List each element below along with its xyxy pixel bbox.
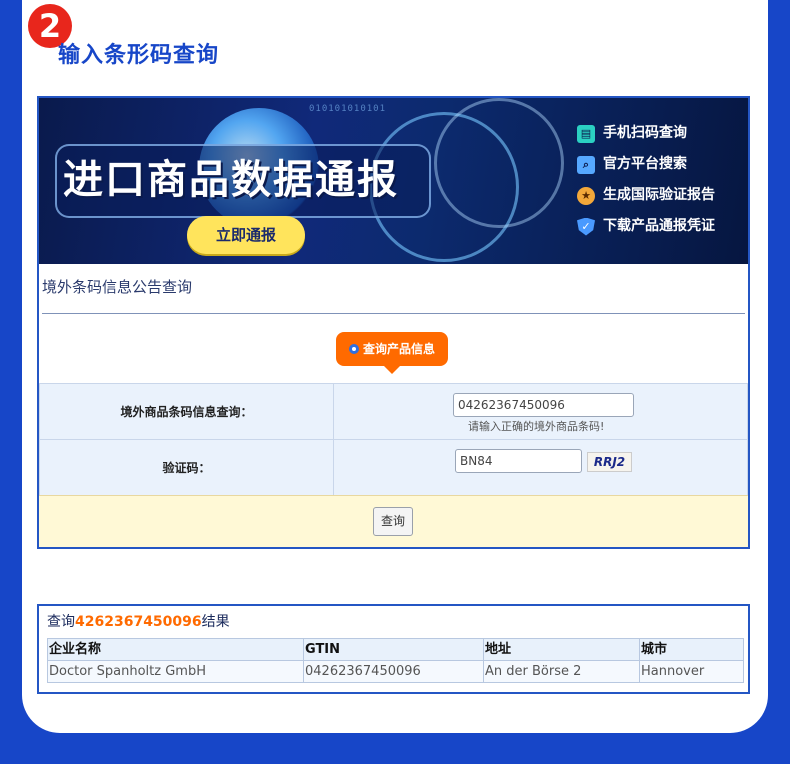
table-header-row: 企业名称 GTIN 地址 城市 (47, 638, 744, 661)
table-cell: Doctor Spanholtz GmbH (47, 660, 304, 683)
column-header: GTIN (303, 638, 484, 661)
result-panel: 查询4262367450096结果 企业名称 GTIN 地址 城市 Doctor… (37, 604, 750, 694)
step-title: 输入条形码查询 (58, 43, 220, 68)
barcode-cell: 04262367450096 请输入正确的境外商品条码! (333, 383, 748, 440)
divider (42, 313, 745, 314)
tech-ring-graphic (434, 98, 564, 228)
barcode-input[interactable]: 04262367450096 (453, 393, 634, 417)
feature-label: 下载产品通报凭证 (603, 218, 715, 234)
result-title-prefix: 查询 (47, 614, 75, 630)
barcode-label: 境外商品条码信息查询： (39, 383, 334, 440)
column-header: 企业名称 (47, 638, 304, 661)
submit-query-button[interactable]: 查询 (373, 507, 413, 536)
query-form: 境外商品条码信息查询： 04262367450096 请输入正确的境外商品条码!… (39, 383, 748, 496)
form-row-captcha: 验证码： BN84 RRJ2 (39, 439, 748, 496)
result-title: 查询4262367450096结果 (47, 611, 230, 633)
column-header: 地址 (483, 638, 640, 661)
column-header: 城市 (639, 638, 744, 661)
phone-scan-icon: ▤ (577, 124, 595, 143)
feature-label: 官方平台搜索 (603, 156, 687, 172)
table-cell: 04262367450096 (303, 660, 484, 683)
result-title-code: 4262367450096 (75, 614, 202, 630)
feature-list: ▤ 手机扫码查询 ⌕ 官方平台搜索 ★ 生成国际验证报告 ✓ 下载产品通报凭证 (577, 118, 715, 242)
report-now-button[interactable]: 立即通报 (187, 216, 305, 254)
captcha-cell: BN84 RRJ2 (333, 439, 748, 496)
search-icon: ⌕ (577, 155, 595, 174)
table-row: Doctor Spanholtz GmbH 04262367450096 An … (47, 660, 744, 683)
submit-row: 查询 (39, 495, 748, 547)
feature-label: 手机扫码查询 (603, 125, 687, 141)
table-cell: An der Börse 2 (483, 660, 640, 683)
form-row-barcode: 境外商品条码信息查询： 04262367450096 请输入正确的境外商品条码! (39, 383, 748, 440)
feature-item: ▤ 手机扫码查询 (577, 118, 715, 149)
feature-item: ⌕ 官方平台搜索 (577, 149, 715, 180)
feature-label: 生成国际验证报告 (603, 187, 715, 203)
banner-headline: 进口商品数据通报 (63, 157, 399, 203)
query-panel: 010101010101 进口商品数据通报 立即通报 ▤ 手机扫码查询 ⌕ 官方… (37, 96, 750, 549)
result-table: 企业名称 GTIN 地址 城市 Doctor Spanholtz GmbH 04… (47, 638, 744, 683)
radio-selected-icon (348, 344, 359, 354)
captcha-label: 验证码： (39, 439, 334, 496)
shield-icon: ✓ (577, 217, 595, 236)
section-title: 境外条码信息公告查询 (42, 278, 193, 296)
feature-item: ✓ 下载产品通报凭证 (577, 211, 715, 242)
captcha-image[interactable]: RRJ2 (587, 452, 632, 472)
table-cell: Hannover (639, 660, 744, 683)
result-title-suffix: 结果 (201, 614, 230, 630)
captcha-input[interactable]: BN84 (455, 449, 582, 473)
tab-label: 查询产品信息 (362, 342, 435, 356)
promo-banner: 010101010101 进口商品数据通报 立即通报 ▤ 手机扫码查询 ⌕ 官方… (39, 98, 748, 264)
query-product-tab[interactable]: 查询产品信息 (336, 332, 448, 374)
feature-item: ★ 生成国际验证报告 (577, 180, 715, 211)
barcode-hint: 请输入正确的境外商品条码! (468, 420, 605, 433)
binary-text: 010101010101 (309, 104, 387, 114)
medal-icon: ★ (577, 186, 595, 205)
